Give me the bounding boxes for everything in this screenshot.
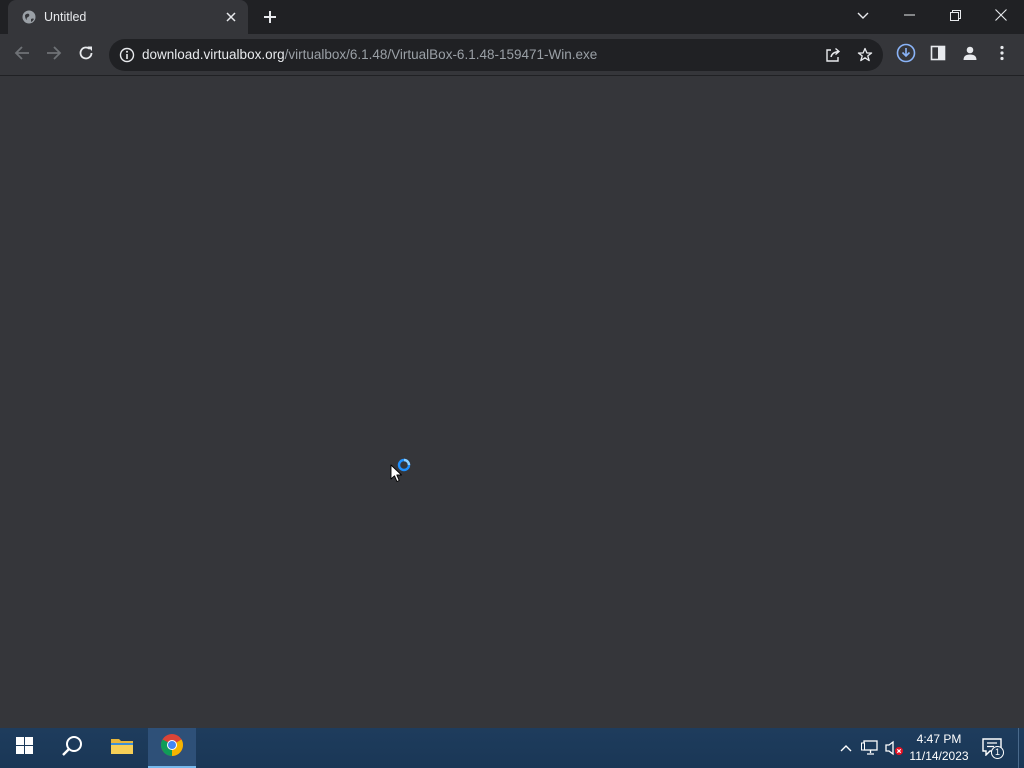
search-icon: [61, 735, 83, 762]
clock-date: 11/14/2023: [909, 749, 969, 763]
chrome-icon: [160, 733, 184, 762]
arrow-left-icon: [14, 45, 30, 66]
star-icon[interactable]: [855, 45, 875, 65]
restore-button[interactable]: [932, 0, 978, 30]
arrow-right-icon: [46, 45, 62, 66]
search-button[interactable]: [48, 728, 96, 768]
address-bar[interactable]: download.virtualbox.org/virtualbox/6.1.4…: [109, 39, 883, 71]
info-icon[interactable]: [119, 47, 135, 63]
side-panel-icon: [930, 45, 946, 66]
reload-button[interactable]: [72, 41, 100, 69]
tab-title: Untitled: [44, 10, 87, 24]
minimize-button[interactable]: [886, 0, 932, 30]
start-button[interactable]: [0, 728, 48, 768]
action-center-button[interactable]: 1: [980, 736, 1006, 760]
side-panel-button[interactable]: [924, 41, 952, 69]
url-host: download.virtualbox.org: [142, 47, 285, 62]
browser-toolbar: download.virtualbox.org/virtualbox/6.1.4…: [0, 34, 1024, 76]
new-tab-button[interactable]: [258, 5, 282, 29]
clock-time: 4:47 PM: [916, 732, 962, 746]
window-close-button[interactable]: [978, 0, 1024, 30]
taskbar: 4:47 PM 11/14/2023 1: [0, 728, 1024, 768]
url-text[interactable]: download.virtualbox.org/virtualbox/6.1.4…: [142, 47, 597, 62]
profile-button[interactable]: [956, 41, 984, 69]
network-icon[interactable]: [860, 738, 880, 758]
tab-strip: Untitled: [0, 0, 1024, 34]
taskbar-clock[interactable]: 4:47 PM 11/14/2023: [904, 731, 974, 765]
share-icon[interactable]: [823, 45, 843, 65]
menu-button[interactable]: [988, 41, 1016, 69]
chevron-down-icon[interactable]: [852, 5, 874, 27]
downloads-button[interactable]: [892, 41, 920, 69]
person-icon: [962, 45, 978, 66]
chrome-taskbar-button[interactable]: [148, 728, 196, 768]
url-path: /virtualbox/6.1.48/VirtualBox-6.1.48-159…: [284, 47, 598, 62]
download-icon: [896, 43, 916, 68]
back-button[interactable]: [8, 41, 36, 69]
globe-icon: [22, 10, 36, 24]
volume-muted-icon[interactable]: [884, 738, 904, 758]
file-explorer-button[interactable]: [98, 728, 146, 768]
windows-logo-icon: [15, 737, 33, 759]
forward-button[interactable]: [40, 41, 68, 69]
more-vert-icon: [1000, 45, 1004, 66]
tab-active[interactable]: Untitled: [8, 0, 248, 34]
close-icon[interactable]: [222, 8, 240, 26]
chevron-up-icon[interactable]: [836, 738, 856, 758]
reload-icon: [78, 45, 94, 66]
notification-count-badge: 1: [991, 746, 1004, 759]
page-content: [0, 77, 1024, 728]
folder-icon: [110, 736, 134, 761]
show-desktop-button[interactable]: [1018, 728, 1024, 768]
loading-spinner-icon: [397, 458, 411, 472]
